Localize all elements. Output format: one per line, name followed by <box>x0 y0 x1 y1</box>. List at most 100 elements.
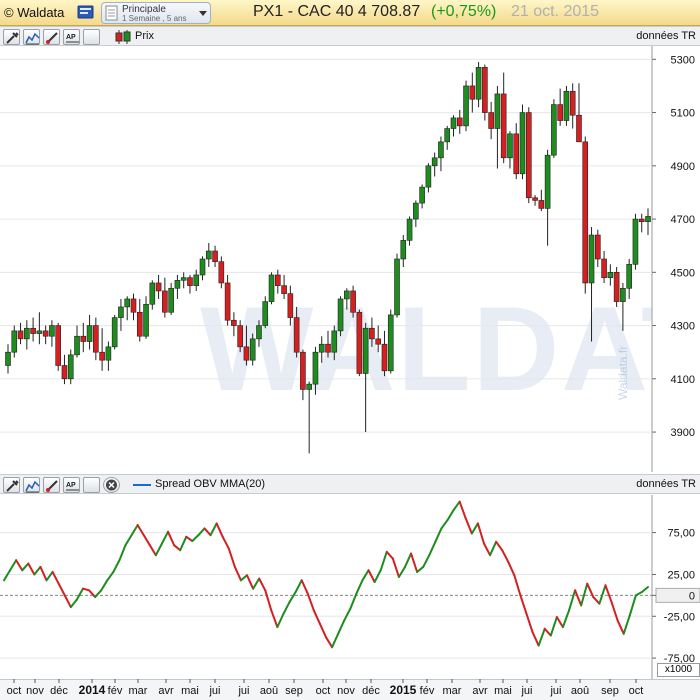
page-icon <box>105 5 118 21</box>
osc-line-segment <box>191 534 200 542</box>
candle-up <box>180 277 187 281</box>
candle-up <box>544 154 551 209</box>
candle-down <box>17 330 24 340</box>
osc-line-segment <box>252 577 261 590</box>
osc-line-segment <box>39 565 48 582</box>
osc-line-segment <box>51 570 60 585</box>
candle-up <box>318 343 325 353</box>
osc-line-segment <box>27 562 36 576</box>
candle-down <box>638 218 645 223</box>
candle-down <box>469 85 476 100</box>
candle-down <box>218 261 225 284</box>
osc-line-segment <box>580 582 589 607</box>
osc-tick-label: 75,00 <box>667 528 695 540</box>
candle-up <box>74 335 80 356</box>
panel-square-icon[interactable] <box>83 477 100 493</box>
osc-line-segment <box>410 552 419 573</box>
price-tick-label: 5300 <box>671 54 695 66</box>
time-label: mai <box>181 685 199 697</box>
svg-text:AP: AP <box>66 482 76 489</box>
osc-line-segment <box>403 552 413 568</box>
instrument-title: PX1 - CAC 40 4 708.87 <box>253 3 421 20</box>
close-icon[interactable] <box>103 477 120 493</box>
candle-down <box>243 346 250 361</box>
osc-line-segment <box>592 596 601 605</box>
draw-tool-icon[interactable] <box>43 477 60 493</box>
candle-up <box>507 133 513 159</box>
alert-ap-icon[interactable]: AP <box>63 29 80 45</box>
candle-up <box>387 314 394 372</box>
candle-down <box>525 112 532 199</box>
candle-up <box>337 298 344 332</box>
osc-line-segment <box>9 559 18 572</box>
tools-icon[interactable] <box>3 477 20 493</box>
osc-line-segment <box>179 535 188 552</box>
time-label: oct <box>7 685 22 697</box>
candle-up <box>431 157 438 167</box>
osc-line-segment <box>416 565 425 573</box>
osc-tick-label: 25,00 <box>667 569 695 581</box>
candle-down <box>287 293 294 318</box>
candle-down <box>231 319 237 326</box>
candle-up <box>494 93 501 129</box>
candle-up <box>36 330 43 334</box>
price-tick-label: 3900 <box>671 427 695 439</box>
candle-up <box>268 274 275 302</box>
candle-up <box>362 327 369 374</box>
osc-line-segment <box>397 565 406 578</box>
candle-down <box>281 285 287 294</box>
osc-line-segment <box>598 584 607 605</box>
time-label: jui <box>208 685 220 697</box>
osc-line-segment <box>476 522 485 545</box>
candle-legend-icon <box>115 30 131 44</box>
draw-tool-icon[interactable] <box>43 29 60 45</box>
oscillator-chart[interactable]: 75,0025,000-25,00-75,00 <box>0 495 700 679</box>
workspace-selector[interactable]: Principale 1 Semaine , 5 ans <box>101 2 211 24</box>
time-axis: oct nov déc 2014 fév mar avr mai jui jui aoû sep oct… <box>0 679 700 700</box>
osc-line-segment <box>239 574 249 582</box>
osc-line-segment <box>574 589 583 607</box>
candle-up <box>86 325 93 342</box>
osc-line-segment <box>294 579 303 594</box>
panel-square-icon[interactable] <box>83 29 100 45</box>
price-chart[interactable]: 5300 5100 4900 4700 4500 4300 4100 3900 <box>0 46 700 472</box>
osc-line-segment <box>610 601 619 622</box>
candle-up <box>400 240 407 260</box>
candle-down <box>375 338 381 345</box>
osc-line-segment <box>124 534 133 547</box>
price-tick-label: 5100 <box>671 108 695 120</box>
indicator-icon[interactable] <box>23 477 40 493</box>
osc-line-segment <box>428 540 437 557</box>
candle-up <box>168 287 174 313</box>
alert-ap-icon[interactable]: AP <box>63 477 80 493</box>
osc-line-segment <box>136 524 145 537</box>
workspace-period: 1 Semaine , 5 ans <box>122 14 187 23</box>
indicator-icon[interactable] <box>23 29 40 45</box>
candle-down <box>557 104 563 121</box>
osc-line-segment <box>173 544 182 552</box>
time-label: fév <box>108 685 123 697</box>
title-bar: © Waldata Principale 1 Semaine , 5 ans P… <box>0 0 700 26</box>
osc-line-segment <box>561 609 571 629</box>
time-label: fév <box>420 685 435 697</box>
osc-line-segment <box>537 627 546 647</box>
osc-line-segment <box>367 569 376 583</box>
osc-line-segment <box>270 609 279 629</box>
candle-down <box>325 343 331 353</box>
osc-line-segment <box>203 527 212 537</box>
candle-up <box>67 354 74 380</box>
tools-icon[interactable] <box>3 29 20 45</box>
book-icon[interactable] <box>76 3 96 21</box>
osc-axis-area <box>652 495 700 679</box>
osc-line-segment <box>33 565 42 576</box>
candle-up <box>49 325 55 337</box>
osc-line-segment <box>300 579 309 595</box>
candle-down <box>55 325 61 366</box>
osc-line-segment <box>349 592 358 610</box>
candle-up <box>149 282 156 305</box>
osc-line-segment <box>185 535 194 542</box>
multiplier-label: x1000 <box>657 663 700 677</box>
osc-line-segment <box>318 622 327 639</box>
osc-line-segment <box>373 569 382 583</box>
osc-line-segment <box>312 609 321 625</box>
